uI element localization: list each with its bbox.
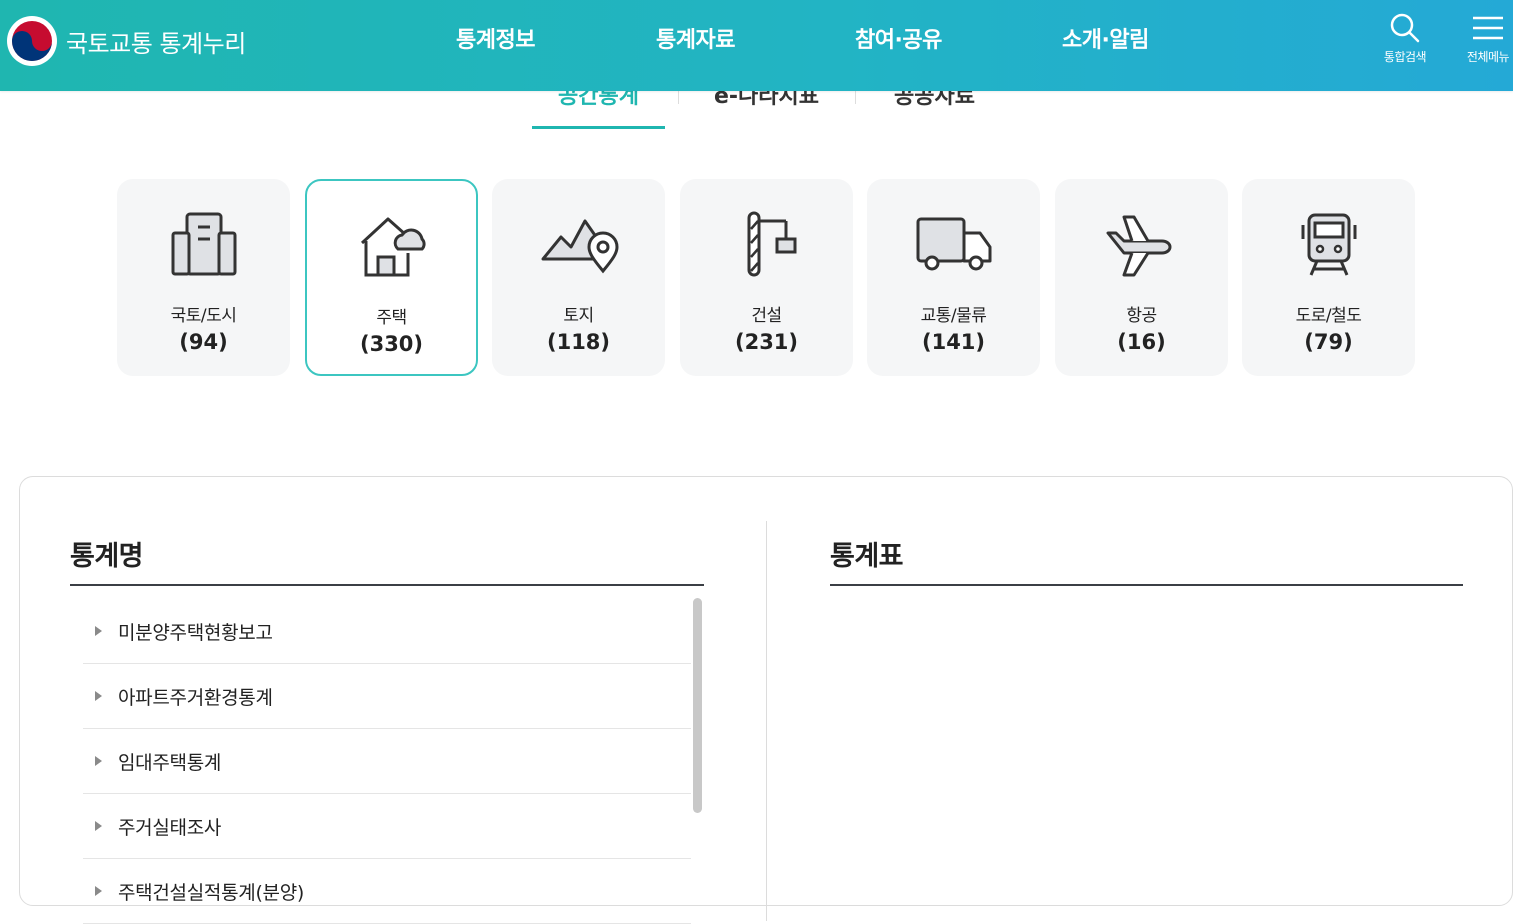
stat-table-rule <box>830 584 1463 586</box>
category-count: (94) <box>179 330 228 354</box>
hamburger-menu-icon <box>1473 16 1503 40</box>
category-name: 도로/철도 <box>1295 306 1362 326</box>
caret-right-icon <box>95 821 102 831</box>
stat-name-list: 미분양주택현황보고 아파트주거환경통계 임대주택통계 주거실태조사 주택건설실적… <box>83 599 691 924</box>
stat-name-rule <box>70 584 704 586</box>
category-name: 교통/물류 <box>920 306 987 326</box>
stat-name-title: 통계명 <box>70 541 144 572</box>
category-card-construction[interactable]: 건설 (231) <box>680 179 853 376</box>
category-card-land[interactable]: 토지 (118) <box>492 179 665 376</box>
category-name: 항공 <box>1126 306 1157 326</box>
crane-icon <box>727 209 807 279</box>
category-card-housing[interactable]: 주택 (330) <box>305 179 478 376</box>
stats-panel: 통계명 통계표 미분양주택현황보고 아파트주거환경통계 임대주택통계 주거실태조… <box>19 476 1513 924</box>
site-logo[interactable]: 국토교통 통계누리 <box>7 16 246 66</box>
stat-table-title: 통계표 <box>830 541 904 572</box>
menu-label: 전체메뉴 <box>1466 50 1510 64</box>
all-menu-button[interactable]: 전체메뉴 <box>1453 12 1513 72</box>
category-count: (79) <box>1304 330 1353 354</box>
search-icon <box>1390 13 1420 43</box>
integrated-search-button[interactable]: 통합검색 <box>1370 12 1440 72</box>
site-name: 국토교통 통계누리 <box>66 29 246 58</box>
category-card-transport-logistics[interactable]: 교통/물류 (141) <box>867 179 1040 376</box>
category-name: 건설 <box>751 306 782 326</box>
category-count: (231) <box>734 330 799 354</box>
stat-name: 아파트주거환경통계 <box>118 686 273 709</box>
truck-icon <box>914 209 994 279</box>
site-header: 국토교통 통계누리 통계정보 통계자료 참여·공유 소개·알림 통합검색 전체메… <box>0 0 1513 91</box>
nav-stat-info[interactable]: 통계정보 <box>456 22 535 54</box>
nav-about-notice[interactable]: 소개·알림 <box>1062 22 1149 54</box>
category-count: (141) <box>921 330 986 354</box>
building-icon <box>164 209 244 279</box>
stat-name: 주거실태조사 <box>118 816 222 839</box>
airplane-icon <box>1102 209 1182 279</box>
active-tab-underline <box>532 126 665 129</box>
category-count: (16) <box>1117 330 1166 354</box>
caret-right-icon <box>95 756 102 766</box>
category-card-aviation[interactable]: 항공 (16) <box>1055 179 1228 376</box>
category-count: (330) <box>359 332 424 356</box>
nav-participate-share[interactable]: 참여·공유 <box>855 22 942 54</box>
train-icon <box>1289 209 1369 279</box>
stat-name: 주택건설실적통계(분양) <box>118 881 305 904</box>
category-name: 주택 <box>376 308 407 328</box>
category-card-land-city[interactable]: 국토/도시 (94) <box>117 179 290 376</box>
category-card-road-rail[interactable]: 도로/철도 (79) <box>1242 179 1415 376</box>
list-item[interactable]: 미분양주택현황보고 <box>83 599 691 664</box>
category-count: (118) <box>546 330 611 354</box>
land-pin-icon <box>539 209 619 279</box>
list-item[interactable]: 아파트주거환경통계 <box>83 664 691 729</box>
nav-stat-data[interactable]: 통계자료 <box>656 22 735 54</box>
caret-right-icon <box>95 691 102 701</box>
list-item[interactable]: 주거실태조사 <box>83 794 691 859</box>
stat-name: 임대주택통계 <box>118 751 222 774</box>
caret-right-icon <box>95 886 102 896</box>
list-scrollbar[interactable] <box>693 598 702 813</box>
category-name: 토지 <box>563 306 594 326</box>
list-item[interactable]: 임대주택통계 <box>83 729 691 794</box>
stat-name: 미분양주택현황보고 <box>118 621 273 644</box>
search-label: 통합검색 <box>1383 50 1427 64</box>
caret-right-icon <box>95 626 102 636</box>
taegeuk-emblem-icon <box>7 16 57 66</box>
house-cloud-icon <box>352 211 432 281</box>
column-divider <box>766 521 767 921</box>
category-name: 국토/도시 <box>170 306 237 326</box>
